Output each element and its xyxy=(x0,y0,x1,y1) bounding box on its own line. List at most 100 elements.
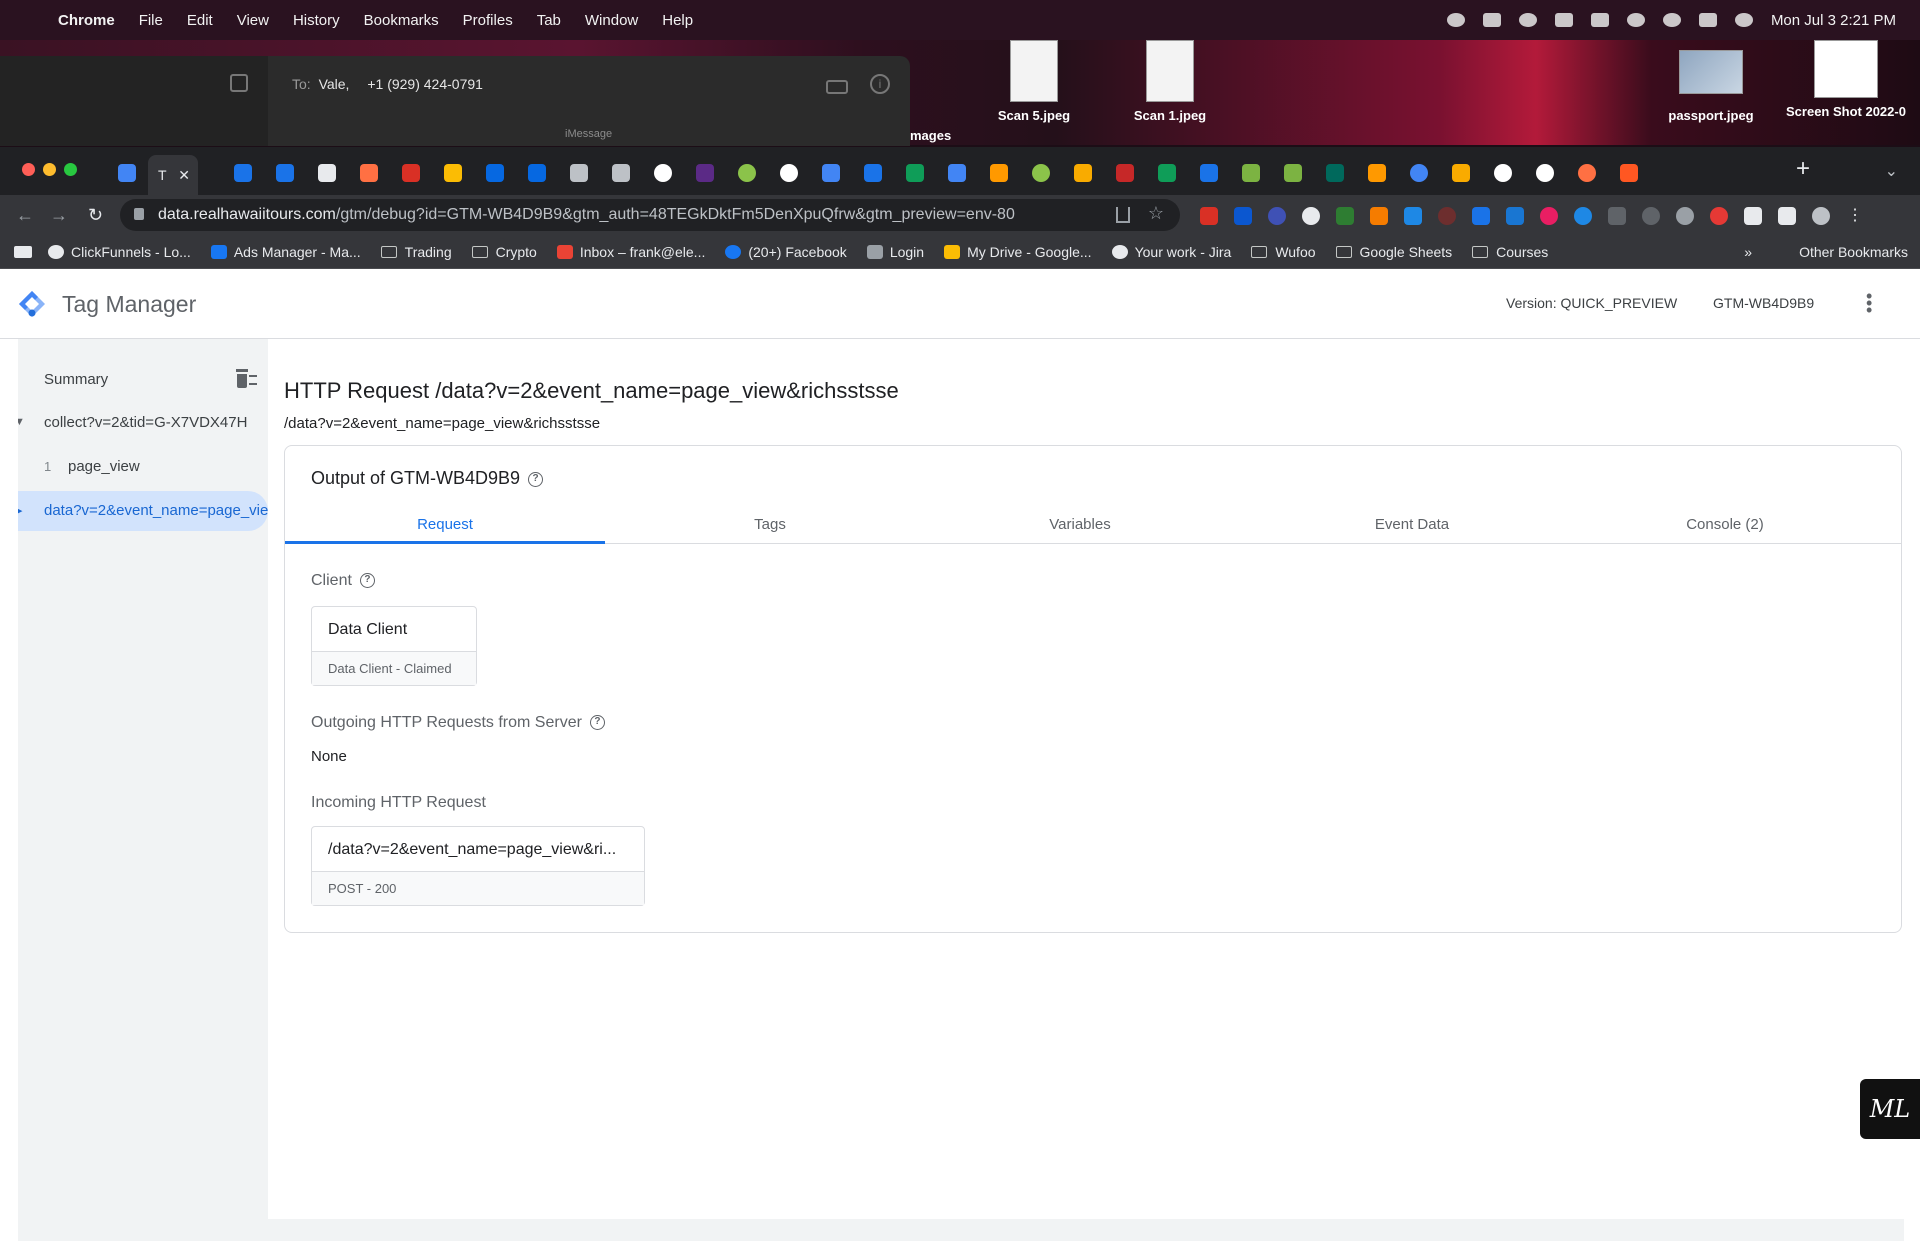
tab-favicon[interactable] xyxy=(1074,164,1092,182)
sidebar-event-page-view[interactable]: 1 page_view xyxy=(18,447,268,487)
back-arrow-icon[interactable]: ← xyxy=(16,205,34,226)
tab-favicon[interactable] xyxy=(780,164,798,182)
extension-icon[interactable] xyxy=(1234,207,1252,225)
profile-avatar[interactable] xyxy=(1812,207,1830,225)
desktop-file[interactable]: Scan 1.jpeg xyxy=(1110,40,1230,123)
incoming-request-card[interactable]: /data?v=2&event_name=page_view&ri... POS… xyxy=(311,826,645,906)
tab-favicon[interactable] xyxy=(1158,164,1176,182)
drive-sync-icon[interactable] xyxy=(1482,13,1501,27)
extension-icon[interactable] xyxy=(1540,207,1558,225)
desktop-file[interactable]: Scan 5.jpeg xyxy=(974,40,1094,123)
extension-icon[interactable] xyxy=(1574,207,1592,225)
help-icon[interactable]: ? xyxy=(589,715,605,731)
sidebar-request-collect[interactable]: ▼ collect?v=2&tid=G-X7VDX47H xyxy=(18,403,268,443)
bookmark-folder[interactable]: Courses xyxy=(1472,244,1548,260)
more-bookmarks-chevron[interactable]: » xyxy=(1744,244,1752,260)
help-icon[interactable]: ? xyxy=(359,573,375,589)
menu-bookmarks[interactable]: Bookmarks xyxy=(364,12,439,29)
tab-variables[interactable]: Variables xyxy=(1025,506,1135,544)
share-icon[interactable] xyxy=(1116,207,1130,223)
bookmark-folder[interactable]: Google Sheets xyxy=(1335,244,1452,260)
check-icon[interactable] xyxy=(1518,13,1537,27)
tab-favicon[interactable] xyxy=(990,164,1008,182)
bookmark-item[interactable]: ClickFunnels - Lo... xyxy=(48,244,191,260)
compose-icon[interactable] xyxy=(230,74,248,92)
expand-caret-icon[interactable]: ▼ xyxy=(18,416,25,428)
wifi-icon[interactable] xyxy=(1626,13,1645,27)
siri-icon[interactable] xyxy=(1734,13,1753,27)
bookmark-item[interactable]: My Drive - Google... xyxy=(944,244,1092,260)
container-id[interactable]: GTM-WB4D9B9 xyxy=(1713,295,1814,311)
tab-console[interactable]: Console (2) xyxy=(1660,506,1790,544)
menu-edit[interactable]: Edit xyxy=(187,12,213,29)
help-icon[interactable]: ? xyxy=(528,471,544,487)
extension-icon[interactable] xyxy=(1404,207,1422,225)
desktop-file[interactable]: Screen Shot 2022-02...PM.png xyxy=(1786,40,1906,120)
puzzle-extensions-icon[interactable] xyxy=(1744,207,1762,225)
tab-favicon[interactable] xyxy=(948,164,966,182)
apps-icon[interactable] xyxy=(14,245,32,258)
bookmark-folder[interactable]: Crypto xyxy=(471,244,537,260)
menubar-clock[interactable]: Mon Jul 3 2:21 PM xyxy=(1771,12,1896,29)
extension-icon[interactable] xyxy=(1200,207,1218,225)
conversation-list[interactable] xyxy=(0,56,268,146)
bookmark-folder[interactable]: Wufoo xyxy=(1251,244,1316,260)
tab-favicon[interactable] xyxy=(1452,164,1470,182)
bookmark-star-icon[interactable]: ☆ xyxy=(1148,203,1164,224)
tab-favicon[interactable] xyxy=(906,164,924,182)
summary-link[interactable]: Summary xyxy=(44,371,108,388)
tab-favicon[interactable] xyxy=(318,164,336,182)
bookmark-item[interactable]: Your work - Jira xyxy=(1111,244,1231,260)
bookmark-item[interactable]: (20+) Facebook xyxy=(725,244,847,260)
extension-icon[interactable] xyxy=(1642,207,1660,225)
zoom-window-button[interactable] xyxy=(64,163,77,176)
desktop-file[interactable]: passport.jpeg xyxy=(1651,40,1771,123)
extension-icon[interactable] xyxy=(1676,207,1694,225)
client-card[interactable]: Data Client Data Client - Claimed xyxy=(311,606,477,686)
reload-icon[interactable]: ↻ xyxy=(88,205,103,226)
tab-favicon[interactable] xyxy=(1620,164,1638,182)
extension-icon[interactable] xyxy=(1710,207,1728,225)
tab-favicon[interactable] xyxy=(1494,164,1512,182)
tab-favicon[interactable] xyxy=(1326,164,1344,182)
tab-favicon[interactable] xyxy=(1368,164,1386,182)
new-tab-button[interactable]: + xyxy=(1796,155,1810,183)
tab-search-chevron-icon[interactable]: ⌄ xyxy=(1885,161,1898,181)
extension-icon[interactable] xyxy=(1302,207,1320,225)
bookmark-folder[interactable]: Trading xyxy=(380,244,452,260)
bookmark-item[interactable]: Inbox – frank@ele... xyxy=(556,244,705,260)
tab-favicon[interactable] xyxy=(1410,164,1428,182)
menu-tab[interactable]: Tab xyxy=(537,12,561,29)
tab-favicon[interactable] xyxy=(1242,164,1260,182)
tab-favicon[interactable] xyxy=(570,164,588,182)
info-icon[interactable]: i xyxy=(870,74,890,94)
tab-favicon[interactable] xyxy=(822,164,840,182)
chrome-menu-icon[interactable]: ⋮ xyxy=(1846,207,1864,225)
extension-icon[interactable] xyxy=(1370,207,1388,225)
tab-favicon[interactable] xyxy=(486,164,504,182)
tab-favicon[interactable] xyxy=(864,164,882,182)
volume-icon[interactable] xyxy=(1554,13,1573,27)
extension-icon[interactable] xyxy=(1506,207,1524,225)
tab-favicon[interactable] xyxy=(612,164,630,182)
other-bookmarks-folder[interactable]: Other Bookmarks xyxy=(1799,244,1908,260)
extension-icon[interactable] xyxy=(1268,207,1286,225)
tab-favicon[interactable] xyxy=(696,164,714,182)
tab-favicon[interactable] xyxy=(402,164,420,182)
collapsed-caret-icon[interactable]: ▶ xyxy=(18,504,22,517)
minimize-window-button[interactable] xyxy=(43,163,56,176)
menu-file[interactable]: File xyxy=(139,12,163,29)
tab-favicon[interactable] xyxy=(1032,164,1050,182)
tab-favicon[interactable] xyxy=(1200,164,1218,182)
address-bar[interactable]: data.realhawaiitours.com/gtm/debug?id=GT… xyxy=(120,199,1180,231)
menu-profiles[interactable]: Profiles xyxy=(463,12,513,29)
tab-request[interactable]: Request xyxy=(285,506,605,544)
extension-icon[interactable] xyxy=(1336,207,1354,225)
bookmark-item[interactable]: Ads Manager - Ma... xyxy=(210,244,361,260)
menu-window[interactable]: Window xyxy=(585,12,638,29)
extension-icon[interactable] xyxy=(1438,207,1456,225)
battery-icon[interactable] xyxy=(1590,13,1609,27)
tab-favicon[interactable] xyxy=(360,164,378,182)
creative-cloud-icon[interactable] xyxy=(1446,13,1465,27)
lock-icon[interactable] xyxy=(134,208,144,220)
